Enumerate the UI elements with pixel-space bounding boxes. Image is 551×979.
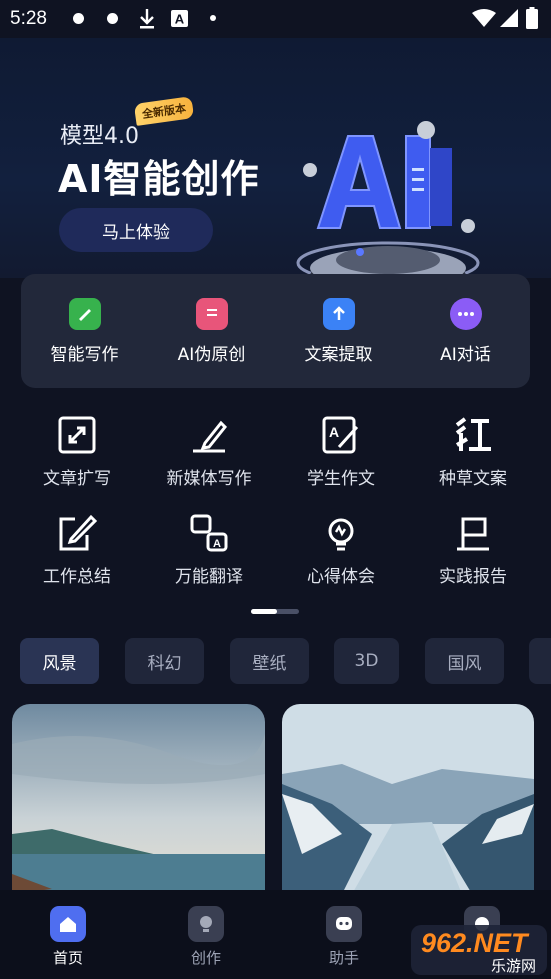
page-indicator xyxy=(251,609,299,614)
translate-icon: A xyxy=(190,514,228,552)
lightbulb-icon xyxy=(328,518,354,551)
try-now-button[interactable]: 马上体验 xyxy=(59,208,213,252)
tool-universal-translate[interactable]: A 万能翻译 xyxy=(144,513,274,587)
quick-tools-card: 智能写作 AI伪原创 文案提取 AI对话 xyxy=(21,274,530,388)
red-text-icon xyxy=(455,417,491,451)
tool-label: 种草文案 xyxy=(439,469,507,489)
pen-note-icon xyxy=(68,298,101,330)
fjord-landscape-image xyxy=(282,704,534,894)
notification-dot-icon xyxy=(73,13,84,24)
tool-label: 实践报告 xyxy=(439,567,507,587)
tool-new-media-writing[interactable]: 新媒体写作 xyxy=(144,415,274,489)
status-bar: 5:28 A xyxy=(0,0,551,38)
quick-tool-label: 文案提取 xyxy=(304,345,373,365)
hero-subtitle: 模型4.0 xyxy=(60,124,139,149)
site-watermark: 962.NET 乐游网 xyxy=(411,925,547,975)
tool-label: 心得体会 xyxy=(307,567,375,587)
page-indicator-active xyxy=(251,609,277,614)
quick-tool-label: 智能写作 xyxy=(50,345,119,365)
nav-home[interactable]: 首页 xyxy=(18,890,118,979)
watermark-sub: 乐游网 xyxy=(491,957,537,975)
category-tab-3d[interactable]: 3D xyxy=(334,638,399,684)
tool-article-expand[interactable]: 文章扩写 xyxy=(12,415,142,489)
tool-work-summary[interactable]: 工作总结 xyxy=(12,513,142,587)
category-tab-more[interactable] xyxy=(529,638,551,684)
home-icon xyxy=(50,906,86,942)
tool-reflections[interactable]: 心得体会 xyxy=(276,513,406,587)
battery-icon xyxy=(526,7,538,29)
app-a-icon: A xyxy=(171,10,188,27)
wifi-icon xyxy=(472,9,496,27)
sea-landscape-image xyxy=(12,704,265,894)
signal-icon xyxy=(500,9,518,27)
category-tab-guofeng[interactable]: 国风 xyxy=(425,638,504,684)
quick-tool-smart-writing[interactable]: 智能写作 xyxy=(21,274,148,388)
quick-tool-ai-chat[interactable]: AI对话 xyxy=(402,274,529,388)
category-tabs: 风景 科幻 壁纸 3D 国风 xyxy=(0,638,551,686)
notification-dot-icon xyxy=(107,13,118,24)
nav-create[interactable]: 创作 xyxy=(156,890,256,979)
status-time: 5:28 xyxy=(10,8,47,29)
svg-text:A: A xyxy=(213,538,221,550)
tool-label: 学生作文 xyxy=(307,469,375,489)
hero-banner[interactable]: 模型4.0 全新版本 AI智能创作 马上体验 xyxy=(0,38,551,298)
svg-text:A: A xyxy=(329,424,339,440)
quick-tool-ai-rewrite[interactable]: AI伪原创 xyxy=(148,274,275,388)
lightbulb-icon xyxy=(188,906,224,942)
nav-label: 助手 xyxy=(328,949,359,967)
tool-student-essay[interactable]: A 学生作文 xyxy=(276,415,406,489)
hero-title: AI智能创作 xyxy=(58,157,260,201)
gallery-image-sea[interactable] xyxy=(12,704,265,894)
tool-label: 工作总结 xyxy=(43,567,111,587)
nav-assistant[interactable]: 助手 xyxy=(294,890,394,979)
gallery-image-fjord[interactable] xyxy=(282,704,534,894)
category-tab-scifi[interactable]: 科幻 xyxy=(125,638,204,684)
svg-text:A: A xyxy=(175,12,185,27)
quick-tool-text-extract[interactable]: 文案提取 xyxy=(275,274,402,388)
scroll-flag-icon xyxy=(457,517,489,551)
expand-icon xyxy=(58,416,96,454)
tool-practice-report[interactable]: 实践报告 xyxy=(408,513,538,587)
tool-label: 文章扩写 xyxy=(43,469,111,489)
essay-edit-icon: A xyxy=(322,416,359,454)
category-tab-landscape[interactable]: 风景 xyxy=(20,638,99,684)
edit-square-icon xyxy=(59,514,97,551)
nav-label: 首页 xyxy=(52,949,83,967)
tool-product-copywriting[interactable]: 种草文案 xyxy=(408,415,538,489)
download-icon xyxy=(140,9,154,29)
tool-label: 万能翻译 xyxy=(175,567,243,587)
chat-bubble-icon xyxy=(449,298,482,330)
document-icon xyxy=(195,298,228,330)
quick-tool-label: AI对话 xyxy=(440,345,491,365)
assistant-chat-icon xyxy=(326,906,362,942)
tool-label: 新媒体写作 xyxy=(166,469,252,489)
upload-arrow-icon xyxy=(322,298,355,330)
nav-label: 创作 xyxy=(190,949,221,967)
more-dot-icon xyxy=(210,15,216,21)
new-version-badge: 全新版本 xyxy=(133,96,195,126)
quick-tool-label: AI伪原创 xyxy=(177,345,246,365)
pen-signature-icon xyxy=(193,420,228,453)
category-tab-wallpaper[interactable]: 壁纸 xyxy=(230,638,309,684)
